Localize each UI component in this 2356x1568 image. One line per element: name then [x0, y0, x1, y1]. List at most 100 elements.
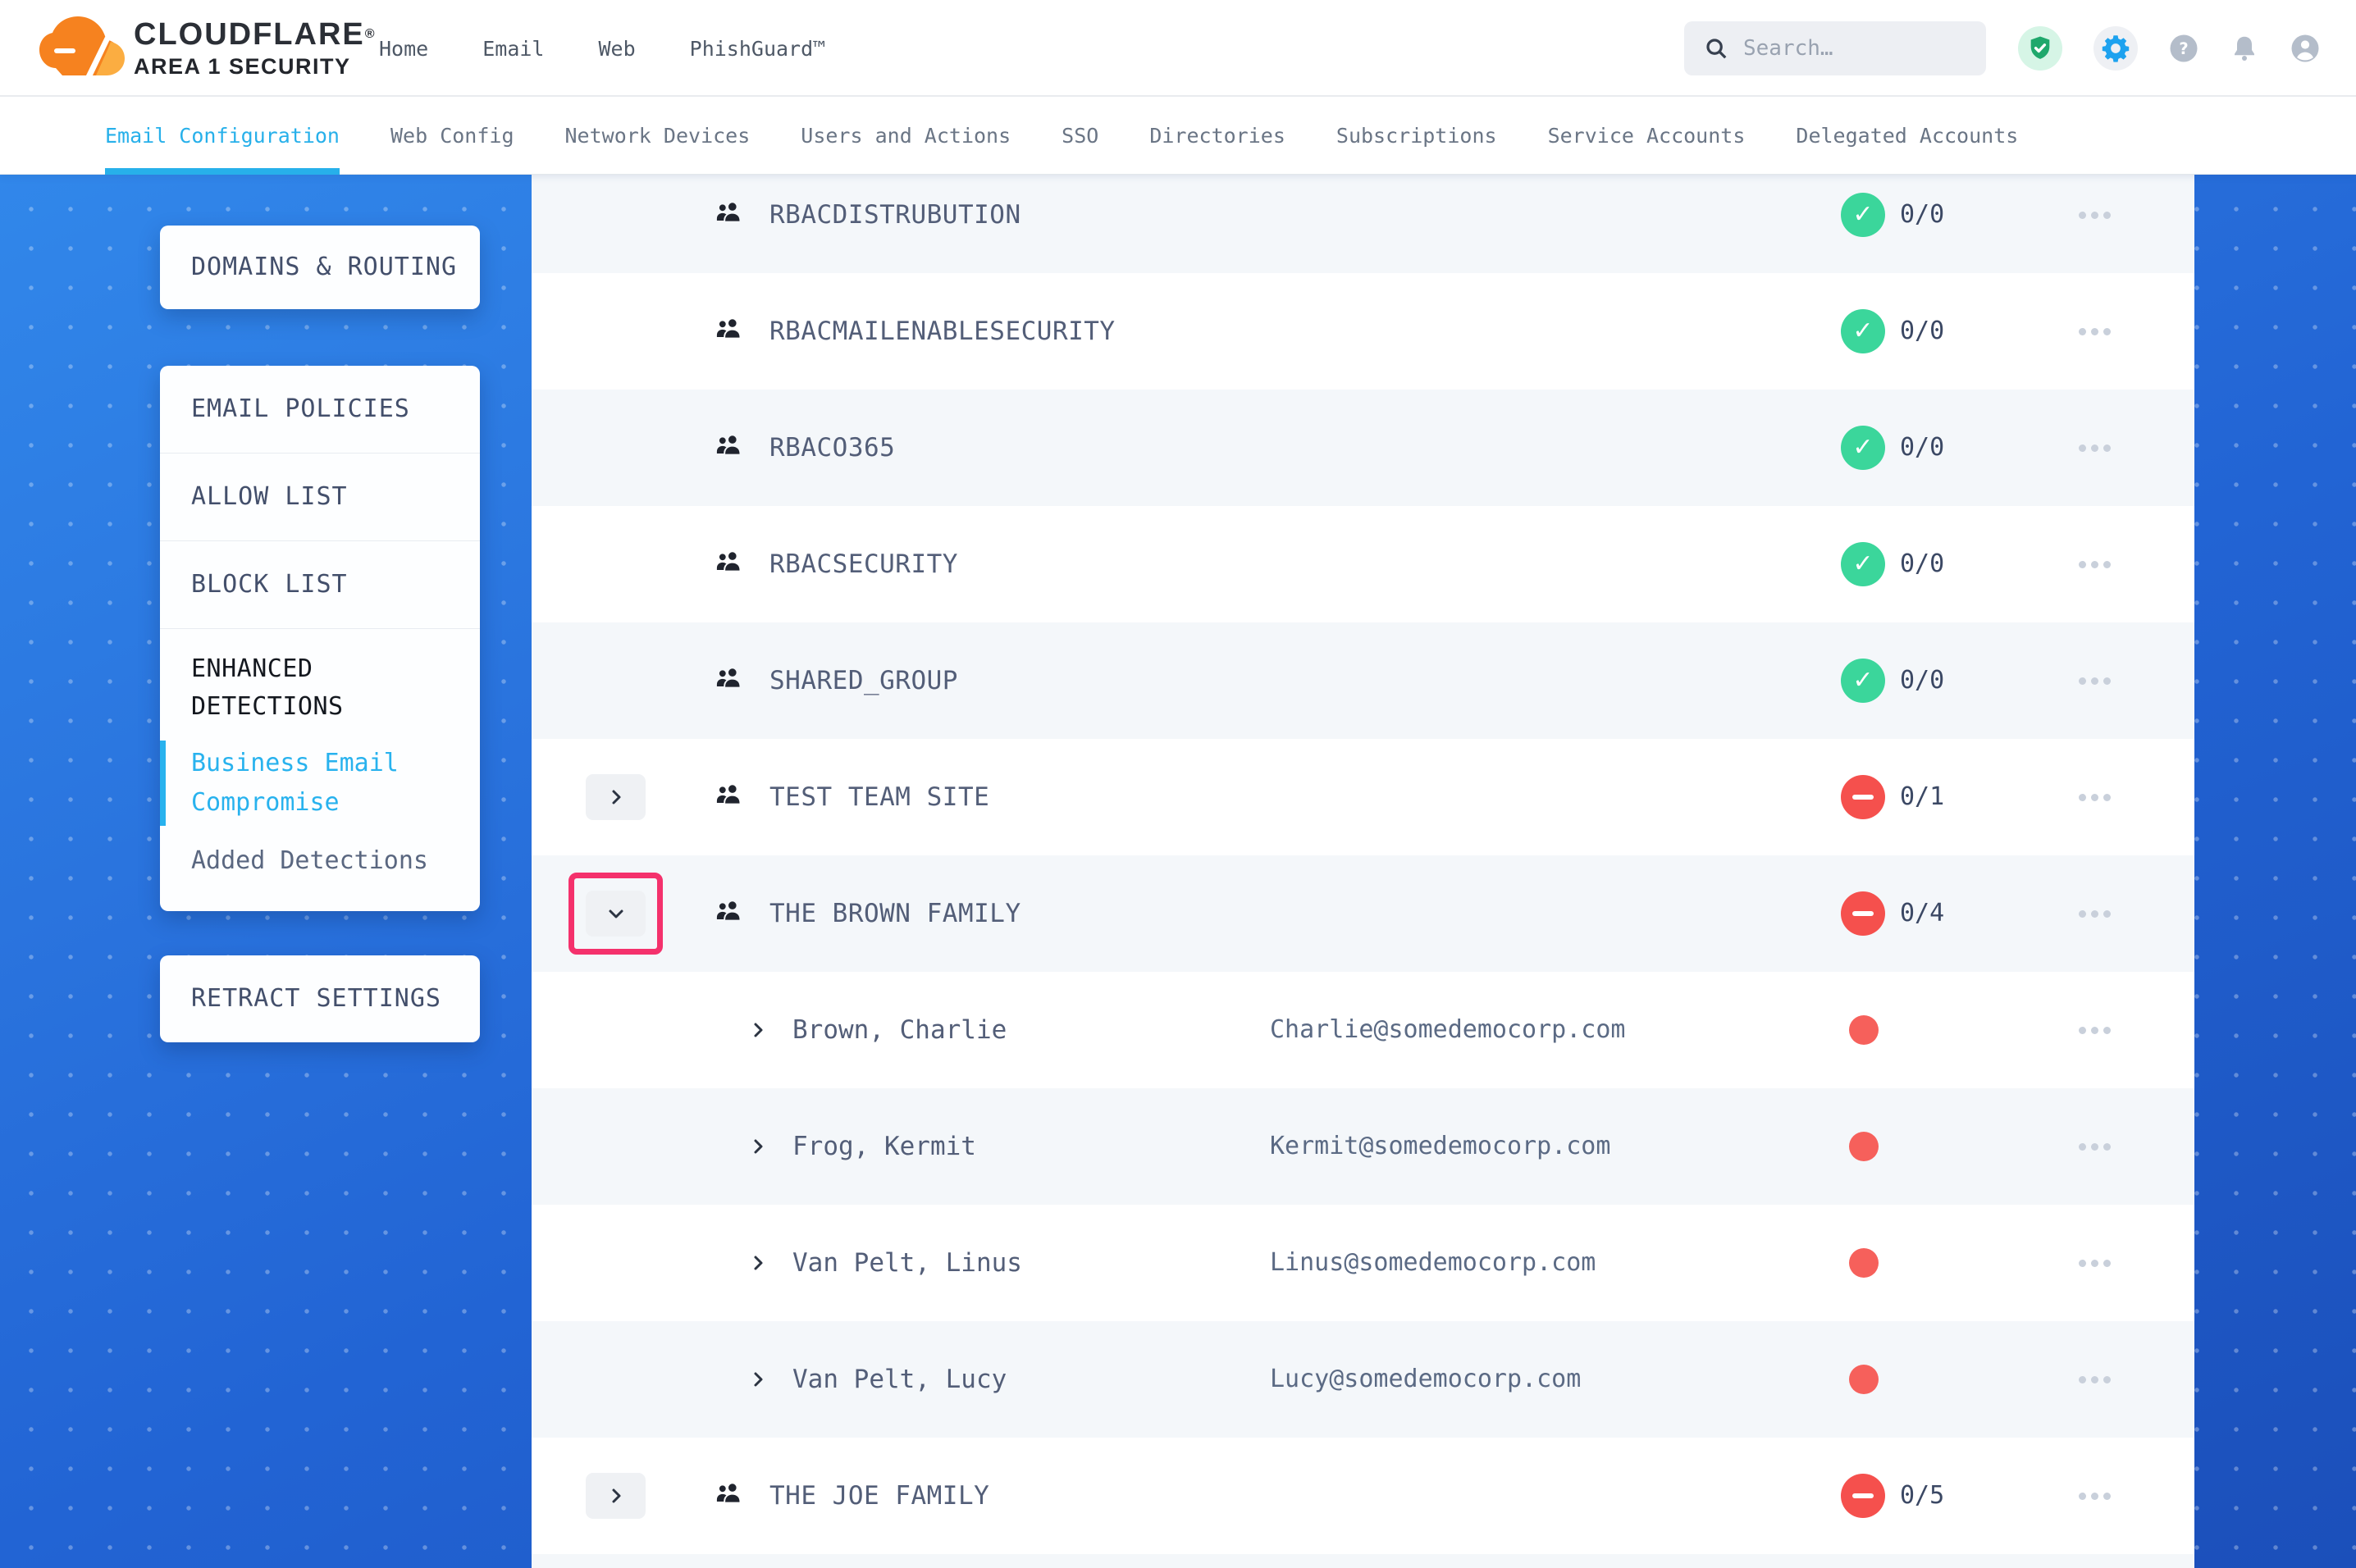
sidebar-card-retract-settings[interactable]: RETRACT SETTINGS	[160, 955, 480, 1042]
row-actions-menu[interactable]	[2079, 1321, 2111, 1438]
chevron-right-icon	[748, 1020, 768, 1040]
collapse-group-button[interactable]	[586, 891, 646, 937]
users-icon	[714, 200, 743, 230]
users-icon	[714, 782, 743, 812]
top-nav-phishguard[interactable]: PhishGuard™	[690, 37, 826, 61]
minus-icon	[1852, 911, 1874, 916]
check-icon: ✓	[1852, 552, 1873, 577]
group-name: RBACMAILENABLESECURITY	[769, 273, 1116, 390]
top-nav-email[interactable]: Email	[482, 37, 544, 61]
users-icon	[714, 1481, 743, 1511]
notifications-button[interactable]	[2230, 34, 2259, 63]
svg-text:?: ?	[2179, 39, 2188, 58]
member-count: 0/1	[1900, 739, 1944, 855]
member-row: Brown, CharlieCharlie@somedemocorp.com	[532, 972, 2194, 1088]
group-name: RBACSECURITY	[769, 506, 958, 622]
top-nav-web[interactable]: Web	[598, 37, 635, 61]
sidebar-card-domains-routing[interactable]: DOMAINS & ROUTING	[160, 226, 480, 309]
group-name: TEST TEAM SITE	[769, 739, 989, 855]
row-actions-menu[interactable]	[2079, 1438, 2111, 1554]
brand-name: CLOUDFLARE®	[134, 16, 377, 52]
group-name: THE BROWN FAMILY	[769, 855, 1021, 972]
spacer-row	[532, 1554, 2194, 1568]
chevron-down-icon	[606, 904, 626, 923]
registered-mark: ®	[365, 27, 377, 41]
member-count: 0/0	[1900, 390, 1944, 506]
help-icon: ?	[2169, 34, 2198, 63]
cloudflare-logo-icon	[38, 10, 135, 87]
sidebar-item-domains-routing[interactable]: DOMAINS & ROUTING	[160, 226, 480, 309]
tab-sso[interactable]: SSO	[1062, 97, 1098, 175]
users-icon	[714, 899, 743, 928]
chevron-right-icon	[748, 1253, 768, 1273]
group-name: RBACDISTRUBUTION	[769, 175, 1021, 273]
check-icon: ✓	[1852, 435, 1873, 460]
row-actions-menu[interactable]	[2079, 972, 2111, 1088]
tab-subscriptions[interactable]: Subscriptions	[1336, 97, 1497, 175]
group-name: RBACO365	[769, 390, 895, 506]
status-alert-dot	[1849, 1132, 1879, 1161]
header-icons: ?	[2018, 0, 2320, 97]
member-name: Frog, Kermit	[792, 1088, 976, 1205]
sidebar-item-retract-settings[interactable]: RETRACT SETTINGS	[160, 955, 480, 1042]
tab-service-accounts[interactable]: Service Accounts	[1548, 97, 1746, 175]
status-ok-badge: ✓	[1841, 659, 1885, 703]
group-name: SHARED_GROUP	[769, 622, 958, 739]
row-actions-menu[interactable]	[2079, 390, 2111, 506]
member-row: Van Pelt, Linus Linus@somedemocorp.com	[532, 1205, 2194, 1321]
expand-group-button[interactable]	[586, 1473, 646, 1519]
member-name: Van Pelt, Lucy	[792, 1321, 1007, 1438]
tab-delegated-accounts[interactable]: Delegated Accounts	[1796, 97, 2018, 175]
tab-network-devices[interactable]: Network Devices	[565, 97, 751, 175]
group-table: RBACDISTRUBUTION ✓ 0/0 RBACMAILENABLESECUR…	[532, 175, 2194, 1568]
top-header: CLOUDFLARE® AREA 1 SECURITY Home Email W…	[0, 0, 2356, 97]
row-actions-menu[interactable]	[2079, 739, 2111, 855]
member-count: 0/0	[1900, 622, 1944, 739]
status-ok-badge: ✓	[1841, 542, 1885, 586]
row-actions-menu[interactable]	[2079, 175, 2111, 273]
member-email: Linus@somedemocorp.com	[1270, 1205, 1596, 1321]
content-panel: RBACDISTRUBUTION ✓ 0/0 RBACMAILENABLESECUR…	[532, 175, 2194, 1568]
member-row: Van Pelt, LucyLucy@somedemocorp.com	[532, 1321, 2194, 1438]
tab-directories[interactable]: Directories	[1149, 97, 1285, 175]
sidebar-heading-enhanced-detections: ENHANCED DETECTIONS	[160, 629, 480, 726]
shield-check-button[interactable]	[2018, 26, 2062, 71]
account-button[interactable]	[2290, 34, 2320, 63]
member-count: 0/0	[1900, 175, 1944, 273]
group-row: TEST TEAM SITE 0/1	[532, 739, 2194, 855]
row-actions-menu[interactable]	[2079, 273, 2111, 390]
row-actions-menu[interactable]	[2079, 1088, 2111, 1205]
sidebar-item-added-detections[interactable]: Added Detections	[160, 842, 480, 880]
search-icon	[1704, 36, 1728, 61]
group-row: THE BROWN FAMILY0/4	[532, 855, 2194, 972]
settings-button[interactable]	[2093, 26, 2138, 71]
users-icon	[714, 317, 743, 346]
member-name: Van Pelt, Linus	[792, 1205, 1022, 1321]
sidebar-item-email-policies[interactable]: EMAIL POLICIES	[160, 366, 480, 453]
member-email: Kermit@somedemocorp.com	[1270, 1088, 1610, 1205]
tab-email-configuration[interactable]: Email Configuration	[105, 97, 340, 175]
search-box[interactable]	[1684, 21, 1986, 75]
chevron-right-icon	[748, 1137, 768, 1156]
sidebar-item-allow-list[interactable]: ALLOW LIST	[160, 454, 480, 540]
tab-users-and-actions[interactable]: Users and Actions	[801, 97, 1011, 175]
users-icon	[714, 433, 743, 463]
check-icon: ✓	[1852, 319, 1873, 344]
check-icon: ✓	[1852, 668, 1873, 693]
row-actions-menu[interactable]	[2079, 855, 2111, 972]
member-count: 0/0	[1900, 506, 1944, 622]
bell-icon	[2230, 34, 2259, 63]
row-actions-menu[interactable]	[2079, 622, 2111, 739]
row-actions-menu[interactable]	[2079, 506, 2111, 622]
sidebar-item-business-email-compromise[interactable]: Business Email Compromise	[160, 744, 480, 823]
help-button[interactable]: ?	[2169, 34, 2198, 63]
sidebar-item-block-list[interactable]: BLOCK LIST	[160, 541, 480, 628]
status-alert-dot	[1849, 1015, 1879, 1045]
top-nav-home[interactable]: Home	[379, 37, 428, 61]
tab-web-config[interactable]: Web Config	[390, 97, 514, 175]
expand-group-button[interactable]	[586, 774, 646, 820]
search-input[interactable]	[1743, 36, 1973, 61]
status-blocked-badge	[1841, 1474, 1885, 1518]
main-area: DOMAINS & ROUTING EMAIL POLICIES ALLOW L…	[0, 175, 2356, 1568]
row-actions-menu[interactable]	[2079, 1205, 2111, 1321]
